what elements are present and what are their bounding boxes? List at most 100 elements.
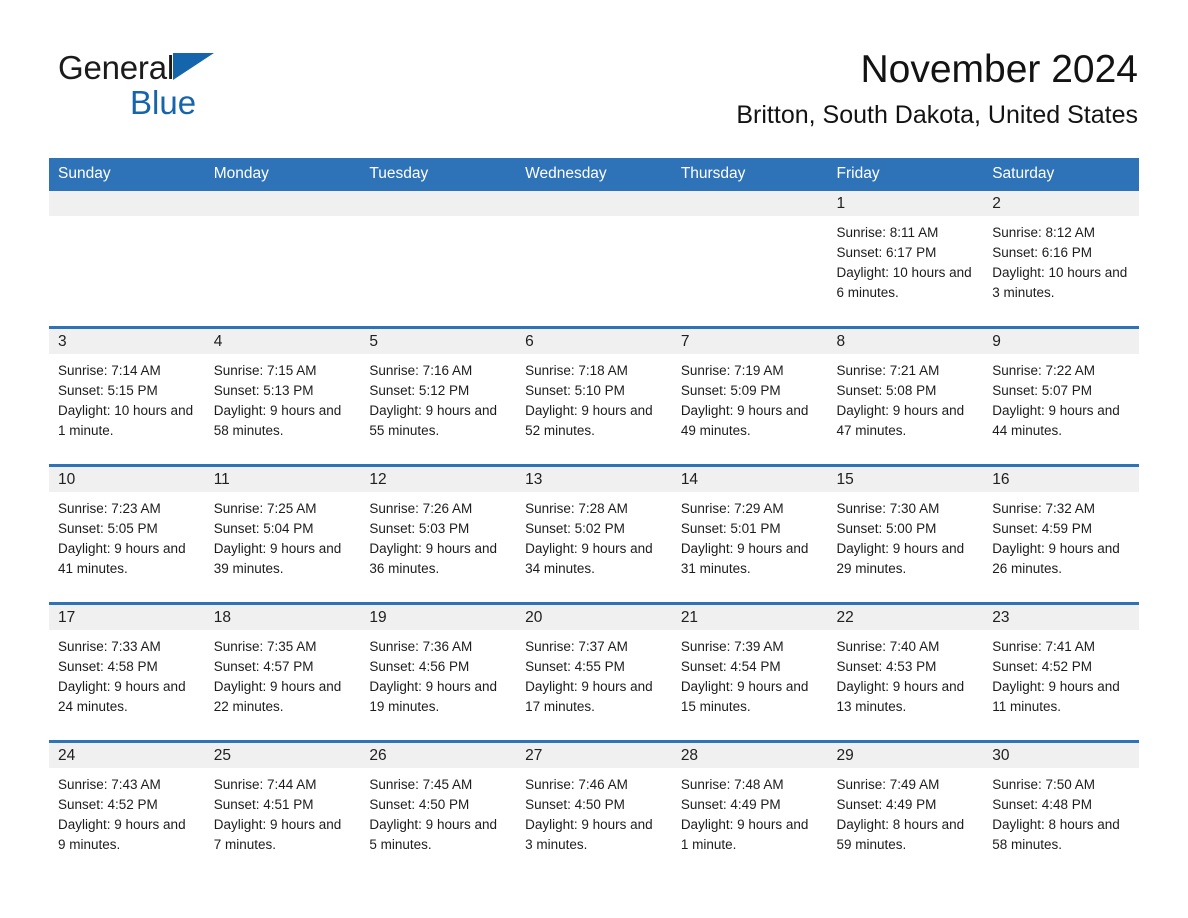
day-number: 1 — [827, 191, 984, 216]
day-cell-content[interactable]: 8 Sunrise: 7:21 AM Sunset: 5:08 PM Daylight… — [827, 329, 984, 464]
day-number: 28 — [671, 743, 828, 768]
day-cell-content[interactable]: 24 Sunrise: 7:43 AM Sunset: 4:52 PM Dayligh… — [49, 743, 205, 878]
day-cell-content[interactable] — [204, 191, 361, 326]
day-cell: 7 Sunrise: 7:19 AM Sunset: 5:09 PM Daylight… — [671, 327, 828, 466]
day-cell: 28 Sunrise: 7:48 AM Sunset: 4:49 PM Dayligh… — [671, 741, 828, 878]
day-cell-content[interactable]: 25 Sunrise: 7:44 AM Sunset: 4:51 PM Dayligh… — [204, 743, 361, 878]
day-number — [516, 191, 672, 216]
day-cell-content[interactable]: 11 Sunrise: 7:25 AM Sunset: 5:04 PM Dayligh… — [204, 467, 361, 602]
day-cell-content[interactable]: 6 Sunrise: 7:18 AM Sunset: 5:10 PM Daylight… — [516, 329, 672, 464]
sunrise-text: Sunrise: 7:32 AM — [992, 501, 1096, 516]
day-number: 22 — [827, 605, 984, 630]
day-cell-content[interactable]: 28 Sunrise: 7:48 AM Sunset: 4:49 PM Dayligh… — [671, 743, 828, 878]
sunset-text: Sunset: 4:51 PM — [213, 797, 314, 812]
sunrise-text: Sunrise: 7:23 AM — [58, 501, 161, 516]
sunset-text: Sunset: 5:04 PM — [213, 521, 314, 536]
day-number — [49, 191, 205, 216]
day-details: Sunrise: 7:39 AM Sunset: 4:54 PM Daylight:… — [672, 630, 828, 717]
sunset-text: Sunset: 4:50 PM — [525, 797, 625, 812]
sunset-text: Sunset: 5:07 PM — [992, 383, 1093, 398]
day-cell: 24 Sunrise: 7:43 AM Sunset: 4:52 PM Dayligh… — [49, 741, 205, 878]
day-cell — [204, 191, 361, 328]
logo-word-blue: Blue — [130, 84, 197, 121]
day-cell-content[interactable] — [49, 191, 205, 326]
day-cell-content[interactable] — [516, 191, 672, 326]
sunrise-text: Sunrise: 7:26 AM — [369, 501, 473, 516]
day-cell: 2 Sunrise: 8:12 AM Sunset: 6:16 PM Daylight… — [983, 191, 1139, 328]
day-cell-content[interactable]: 9 Sunrise: 7:22 AM Sunset: 5:07 PM Daylight… — [983, 329, 1139, 464]
day-cell: 6 Sunrise: 7:18 AM Sunset: 5:10 PM Daylight… — [516, 327, 672, 466]
sunset-text: Sunset: 4:49 PM — [836, 797, 937, 812]
day-cell-content[interactable]: 5 Sunrise: 7:16 AM Sunset: 5:12 PM Daylight… — [360, 329, 517, 464]
sunset-text: Sunset: 5:01 PM — [680, 521, 781, 536]
sunrise-text: Sunrise: 7:28 AM — [525, 501, 628, 516]
daylight-text: Daylight: 10 hours and 6 minutes. — [836, 265, 972, 300]
day-cell-content[interactable]: 1 Sunrise: 8:11 AM Sunset: 6:17 PM Daylight… — [827, 191, 984, 326]
weekday-header-tuesday: Tuesday — [360, 158, 517, 191]
day-details: Sunrise: 7:35 AM Sunset: 4:57 PM Daylight:… — [205, 630, 361, 717]
sunrise-text: Sunrise: 7:43 AM — [58, 777, 161, 792]
daylight-text: Daylight: 8 hours and 58 minutes. — [992, 817, 1120, 852]
day-cell-content[interactable]: 7 Sunrise: 7:19 AM Sunset: 5:09 PM Daylight… — [671, 329, 828, 464]
day-cell-content[interactable]: 17 Sunrise: 7:33 AM Sunset: 4:58 PM Dayligh… — [49, 605, 205, 740]
location-subtitle: Britton, South Dakota, United States — [736, 101, 1138, 129]
sunset-text: Sunset: 4:49 PM — [680, 797, 781, 812]
general-blue-logo[interactable]: General Blue — [58, 48, 278, 126]
day-cell — [49, 191, 205, 328]
day-cell: 8 Sunrise: 7:21 AM Sunset: 5:08 PM Daylight… — [827, 327, 984, 466]
day-number: 5 — [360, 329, 517, 354]
week-row: 3 Sunrise: 7:14 AM Sunset: 5:15 PM Daylight… — [49, 327, 1139, 466]
day-cell — [671, 191, 828, 328]
daylight-text: Daylight: 9 hours and 49 minutes. — [680, 403, 809, 438]
daylight-text: Daylight: 9 hours and 15 minutes. — [680, 679, 809, 714]
day-number — [360, 191, 517, 216]
day-cell-content[interactable]: 22 Sunrise: 7:40 AM Sunset: 4:53 PM Dayligh… — [827, 605, 984, 740]
daylight-text: Daylight: 9 hours and 58 minutes. — [213, 403, 342, 438]
day-number: 25 — [204, 743, 361, 768]
day-number: 26 — [360, 743, 517, 768]
day-cell-content[interactable]: 16 Sunrise: 7:32 AM Sunset: 4:59 PM Dayligh… — [983, 467, 1139, 602]
day-cell-content[interactable]: 29 Sunrise: 7:49 AM Sunset: 4:49 PM Dayligh… — [827, 743, 984, 878]
day-details: Sunrise: 8:11 AM Sunset: 6:17 PM Daylight:… — [828, 216, 984, 303]
logo-word-general: General — [58, 49, 175, 86]
day-cell-content[interactable] — [671, 191, 828, 326]
daylight-text: Daylight: 9 hours and 24 minutes. — [58, 679, 186, 714]
sunrise-text: Sunrise: 7:30 AM — [836, 501, 940, 516]
day-number: 8 — [827, 329, 984, 354]
calendar-page: General Blue November 2024 Britton, Sout… — [0, 0, 1188, 918]
day-details: Sunrise: 7:22 AM Sunset: 5:07 PM Daylight:… — [983, 354, 1139, 441]
sunrise-text: Sunrise: 8:11 AM — [836, 225, 939, 240]
day-cell: 19 Sunrise: 7:36 AM Sunset: 4:56 PM Dayligh… — [360, 603, 517, 742]
sunset-text: Sunset: 5:00 PM — [836, 521, 937, 536]
day-cell-content[interactable]: 3 Sunrise: 7:14 AM Sunset: 5:15 PM Daylight… — [49, 329, 205, 464]
sunset-text: Sunset: 5:15 PM — [58, 383, 158, 398]
day-cell-content[interactable] — [360, 191, 517, 326]
daylight-text: Daylight: 9 hours and 41 minutes. — [58, 541, 186, 576]
day-cell-content[interactable]: 14 Sunrise: 7:29 AM Sunset: 5:01 PM Dayligh… — [671, 467, 828, 602]
sunset-text: Sunset: 4:57 PM — [213, 659, 314, 674]
day-details: Sunrise: 7:50 AM Sunset: 4:48 PM Daylight:… — [983, 768, 1139, 855]
day-cell: 10 Sunrise: 7:23 AM Sunset: 5:05 PM Dayligh… — [49, 465, 205, 604]
day-cell-content[interactable]: 2 Sunrise: 8:12 AM Sunset: 6:16 PM Daylight… — [983, 191, 1139, 326]
day-cell-content[interactable]: 18 Sunrise: 7:35 AM Sunset: 4:57 PM Dayligh… — [204, 605, 361, 740]
day-cell-content[interactable]: 12 Sunrise: 7:26 AM Sunset: 5:03 PM Dayligh… — [360, 467, 517, 602]
day-details: Sunrise: 7:18 AM Sunset: 5:10 PM Daylight:… — [516, 354, 672, 441]
day-details: Sunrise: 8:12 AM Sunset: 6:16 PM Daylight:… — [983, 216, 1139, 303]
daylight-text: Daylight: 9 hours and 1 minute. — [680, 817, 809, 852]
day-cell-content[interactable]: 23 Sunrise: 7:41 AM Sunset: 4:52 PM Dayligh… — [983, 605, 1139, 740]
day-cell-content[interactable]: 26 Sunrise: 7:45 AM Sunset: 4:50 PM Dayligh… — [360, 743, 517, 878]
day-cell-content[interactable]: 4 Sunrise: 7:15 AM Sunset: 5:13 PM Daylight… — [204, 329, 361, 464]
day-cell: 30 Sunrise: 7:50 AM Sunset: 4:48 PM Dayligh… — [983, 741, 1139, 878]
day-cell-content[interactable]: 10 Sunrise: 7:23 AM Sunset: 5:05 PM Dayligh… — [49, 467, 205, 602]
day-details: Sunrise: 7:33 AM Sunset: 4:58 PM Daylight:… — [49, 630, 205, 717]
day-cell-content[interactable]: 13 Sunrise: 7:28 AM Sunset: 5:02 PM Dayligh… — [516, 467, 672, 602]
day-cell: 4 Sunrise: 7:15 AM Sunset: 5:13 PM Daylight… — [204, 327, 361, 466]
day-cell-content[interactable]: 20 Sunrise: 7:37 AM Sunset: 4:55 PM Dayligh… — [516, 605, 672, 740]
day-cell: 14 Sunrise: 7:29 AM Sunset: 5:01 PM Dayligh… — [671, 465, 828, 604]
day-cell-content[interactable]: 19 Sunrise: 7:36 AM Sunset: 4:56 PM Dayligh… — [360, 605, 517, 740]
day-cell-content[interactable]: 30 Sunrise: 7:50 AM Sunset: 4:48 PM Dayligh… — [983, 743, 1139, 878]
day-cell: 11 Sunrise: 7:25 AM Sunset: 5:04 PM Dayligh… — [204, 465, 361, 604]
day-cell-content[interactable]: 21 Sunrise: 7:39 AM Sunset: 4:54 PM Dayligh… — [671, 605, 828, 740]
day-cell-content[interactable]: 15 Sunrise: 7:30 AM Sunset: 5:00 PM Dayligh… — [827, 467, 984, 602]
day-cell-content[interactable]: 27 Sunrise: 7:46 AM Sunset: 4:50 PM Dayligh… — [516, 743, 672, 878]
